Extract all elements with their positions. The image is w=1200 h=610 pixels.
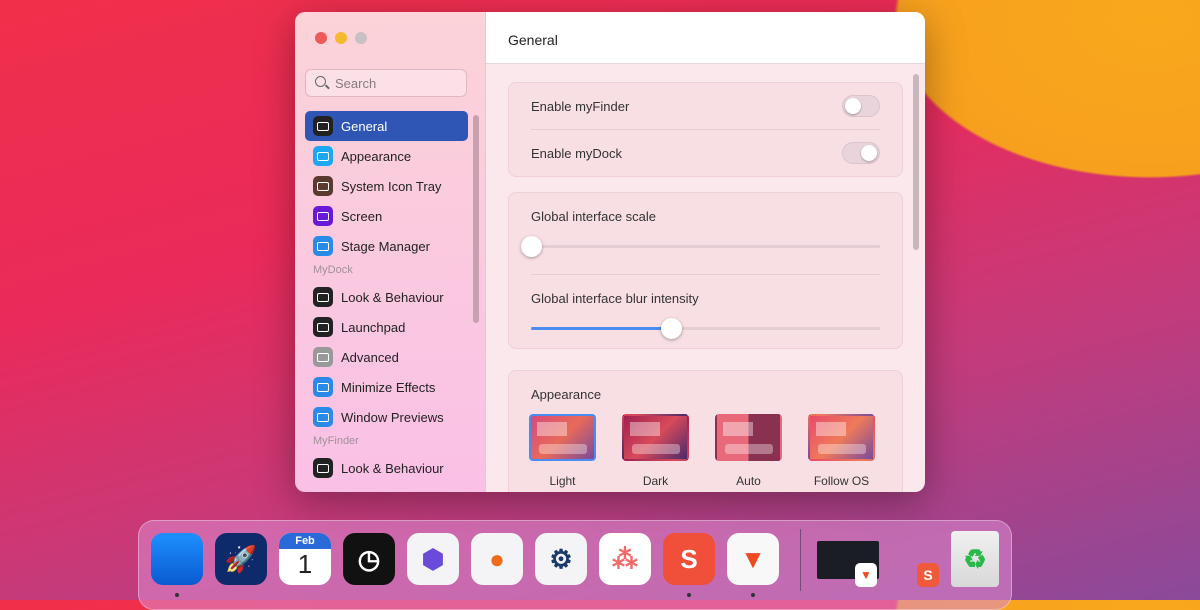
enable-myfinder-toggle[interactable] (842, 95, 880, 117)
general-icon (313, 116, 333, 136)
theme-preview (808, 414, 875, 461)
enable-mydock-toggle[interactable] (842, 142, 880, 164)
theme-option-auto[interactable]: Auto (715, 414, 782, 488)
dock: ▼ S ♻ 🚀 Feb 1 ◷ ⬢ ● ⚙ ⁂ S ▼ (138, 520, 1012, 610)
slider-handle[interactable] (521, 236, 542, 257)
toggles-card: Enable myFinder Enable myDock (508, 82, 903, 177)
section-header: MyDock (313, 264, 353, 276)
brave-icon[interactable]: ▼ (727, 533, 779, 585)
main-scrollbar[interactable] (913, 74, 919, 250)
steam-icon[interactable]: ⚙ (535, 533, 587, 585)
stage-manager-icon (313, 236, 333, 256)
sidebar-item-stage-manager[interactable]: Stage Manager (305, 231, 468, 261)
zoom-button[interactable] (355, 32, 367, 44)
dock-icon (313, 287, 333, 307)
sidebar: Search General Appearance System Icon Tray… (295, 12, 485, 492)
minimize-button[interactable] (335, 32, 347, 44)
desktop-icon[interactable] (151, 533, 203, 585)
search-icon (315, 76, 326, 87)
sidebar-nav: General Appearance System Icon Tray Screen S… (305, 111, 468, 483)
section-header: MyFinder (313, 435, 359, 447)
theme-preview (715, 414, 782, 461)
enable-myfinder-row: Enable myFinder (509, 83, 902, 129)
theme-preview (529, 414, 596, 461)
sidebar-item-screen[interactable]: Screen (305, 201, 468, 231)
calendar-icon[interactable]: Feb 1 (279, 533, 331, 585)
recycle-bin-icon[interactable]: ♻ (951, 531, 999, 587)
blur-slider[interactable] (531, 318, 880, 339)
running-indicator (175, 593, 179, 597)
sidebar-item-launchpad[interactable]: Launchpad (305, 312, 468, 342)
screen-icon (313, 206, 333, 226)
appearance-label: Appearance (531, 387, 602, 402)
snagit-minimized-icon[interactable]: S (917, 563, 939, 587)
running-indicator (687, 593, 691, 597)
theme-option-light[interactable]: Light (529, 414, 596, 488)
finder-icon (313, 458, 333, 478)
snagit-icon[interactable]: S (663, 533, 715, 585)
dock-divider (800, 529, 801, 591)
blur-label: Global interface blur intensity (531, 291, 699, 306)
asana-icon[interactable]: ⁂ (599, 533, 651, 585)
scale-slider[interactable] (521, 236, 880, 257)
tray-icon (313, 176, 333, 196)
appearance-card: Appearance Light Dark Auto Follow OS (508, 370, 903, 492)
brave-badge-icon: ▼ (855, 563, 877, 587)
page-title: General (486, 12, 925, 64)
window-previews-icon (313, 407, 333, 427)
sidebar-item-look-behaviour[interactable]: Look & Behaviour (305, 282, 468, 312)
window-controls (315, 32, 367, 44)
sidebar-item-window-previews[interactable]: Window Previews (305, 402, 468, 432)
obsidian-icon[interactable]: ⬢ (407, 533, 459, 585)
clock-icon[interactable]: ◷ (343, 533, 395, 585)
sidebar-item-general[interactable]: General (305, 111, 468, 141)
rocket-icon[interactable]: 🚀 (215, 533, 267, 585)
search-input[interactable]: Search (305, 69, 467, 97)
scale-label: Global interface scale (531, 209, 657, 224)
sidebar-item-look-behaviour[interactable]: Look & Behaviour (305, 453, 468, 483)
enable-mydock-row: Enable myDock (509, 130, 902, 176)
appearance-icon (313, 146, 333, 166)
sidebar-item-advanced[interactable]: Advanced (305, 342, 468, 372)
theme-option-follow-os[interactable]: Follow OS (808, 414, 875, 488)
sidebar-item-appearance[interactable]: Appearance (305, 141, 468, 171)
theme-option-dark[interactable]: Dark (622, 414, 689, 488)
main-panel: General Enable myFinder Enable myDock Gl… (485, 12, 925, 492)
firefox-icon[interactable]: ● (471, 533, 523, 585)
close-button[interactable] (315, 32, 327, 44)
running-indicator (751, 593, 755, 597)
theme-preview (622, 414, 689, 461)
sidebar-scrollbar[interactable] (473, 115, 479, 323)
sidebar-item-system-icon-tray[interactable]: System Icon Tray (305, 171, 468, 201)
advanced-icon (313, 347, 333, 367)
sidebar-item-minimize-effects[interactable]: Minimize Effects (305, 372, 468, 402)
settings-window: Search General Appearance System Icon Tray… (295, 12, 925, 492)
slider-handle[interactable] (660, 318, 682, 339)
minimize-icon (313, 377, 333, 397)
launchpad-icon (313, 317, 333, 337)
sliders-card: Global interface scale Global interface … (508, 192, 903, 349)
